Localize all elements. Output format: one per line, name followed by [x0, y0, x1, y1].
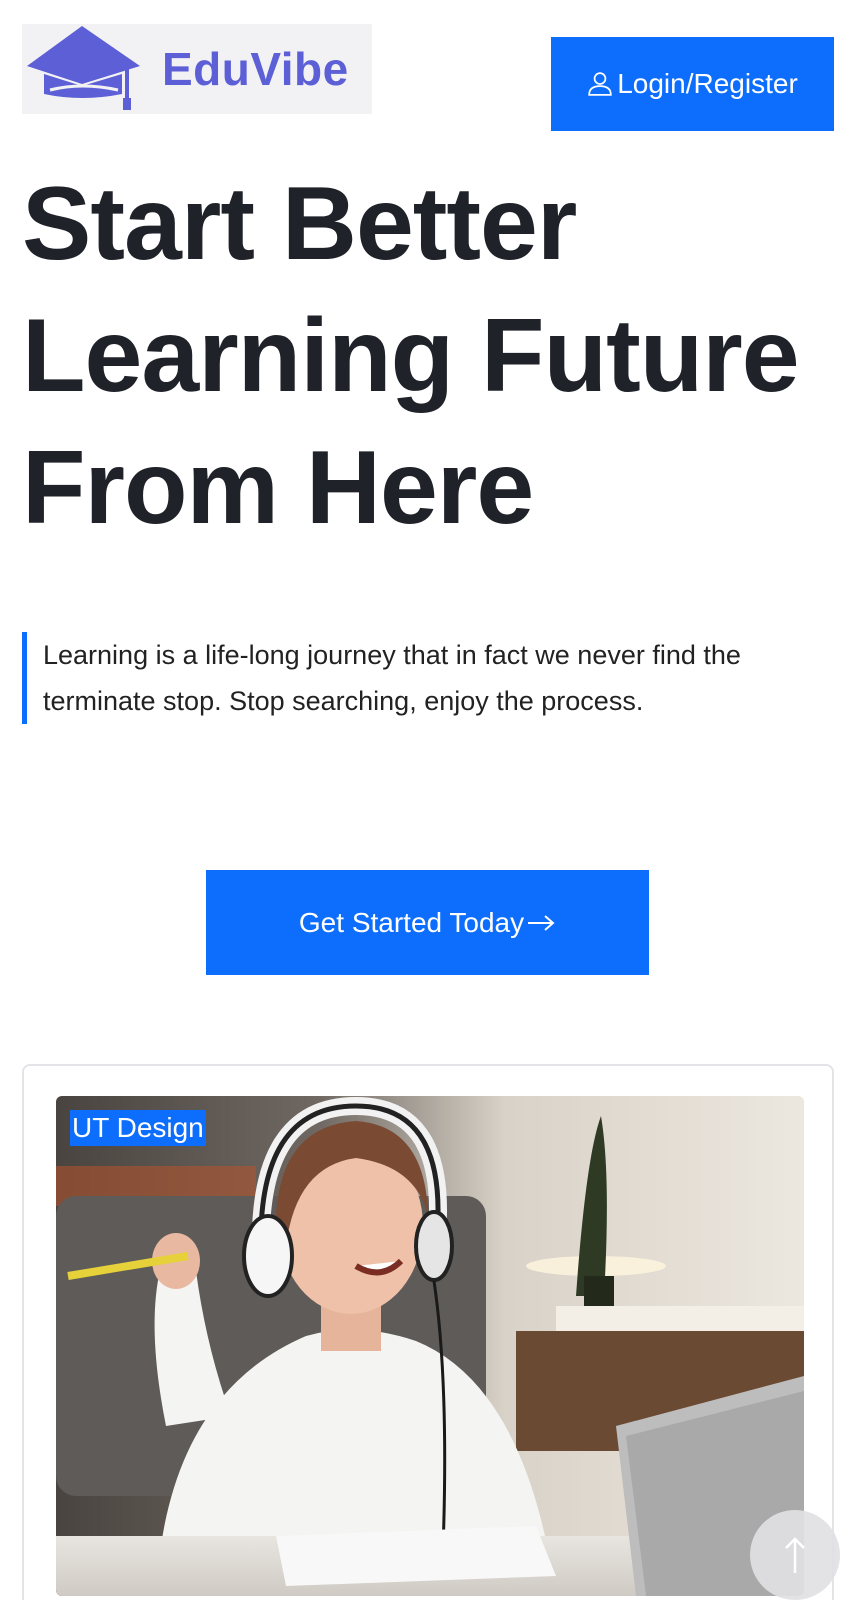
arrow-right-icon	[528, 914, 555, 931]
site-logo[interactable]: EduVibe	[22, 24, 372, 114]
student-with-headphones-photo	[56, 1096, 804, 1596]
login-register-button[interactable]: Login/Register	[551, 37, 834, 131]
course-card[interactable]: UT Design	[22, 1064, 834, 1600]
category-tag[interactable]: UT Design	[70, 1110, 206, 1146]
hero-title-line-1: Start Better	[22, 166, 577, 282]
logo-text: EduVibe	[162, 43, 349, 95]
graduation-cap-icon	[27, 26, 140, 110]
login-register-label: Login/Register	[617, 68, 798, 99]
course-image[interactable]: UT Design	[56, 1096, 804, 1596]
arrow-up-icon	[785, 1537, 805, 1573]
hero-title: Start Better Learning Future From Here	[22, 158, 842, 554]
hero-quote: Learning is a life-long journey that in …	[22, 632, 822, 724]
scroll-to-top-button[interactable]	[750, 1510, 840, 1600]
hero-title-line-3: From Here	[22, 430, 534, 546]
user-icon	[588, 72, 612, 96]
get-started-label: Get Started Today	[298, 906, 525, 938]
hero-title-line-2: Learning Future	[22, 298, 800, 414]
page: EduVibe Login/Register Start Better Lear…	[0, 0, 854, 1600]
get-started-button[interactable]: Get Started Today	[206, 870, 649, 975]
